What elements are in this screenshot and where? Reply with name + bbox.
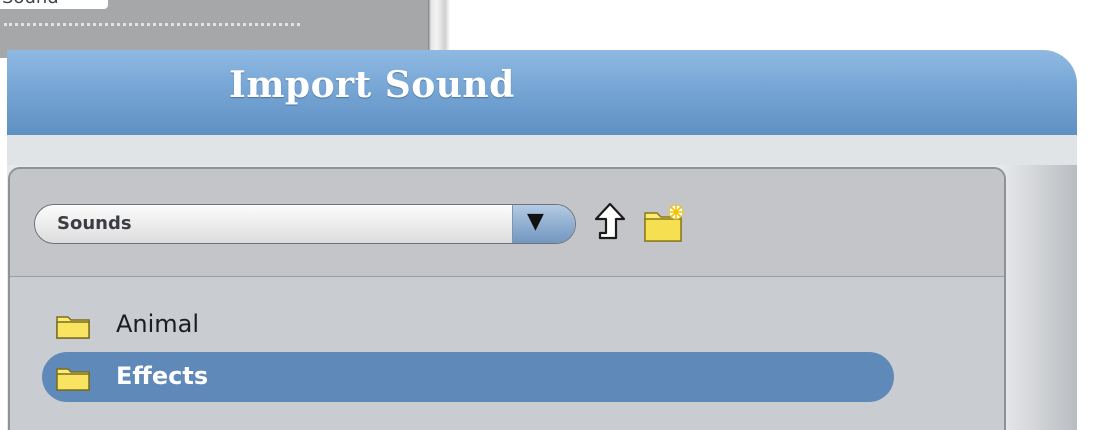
list-item-effects[interactable]: Effects [42, 352, 894, 402]
location-dropdown-value: Sounds [57, 213, 132, 234]
background-tab-label: Sound [2, 0, 59, 8]
file-browser-toolbar: Sounds ▼ [10, 169, 1004, 277]
dialog-title-bar[interactable]: Import Sound [7, 50, 1077, 135]
new-folder-icon[interactable] [643, 203, 685, 243]
folder-icon [56, 368, 90, 391]
up-folder-icon[interactable] [594, 202, 626, 242]
list-item-label: Effects [116, 362, 209, 390]
file-browser-panel: Sounds ▼ Animal Effects [8, 167, 1006, 430]
list-item-label: Animal [116, 310, 200, 338]
folder-icon [56, 316, 90, 339]
dialog-header-strip [7, 135, 1077, 165]
import-sound-dialog: Import Sound Sounds ▼ Animal Effects [7, 50, 1077, 430]
list-item-animal[interactable]: Animal [42, 300, 894, 350]
location-dropdown[interactable]: Sounds ▼ [34, 204, 576, 244]
dropdown-arrow-button[interactable]: ▼ [512, 205, 575, 243]
triangle-down-icon: ▼ [527, 209, 544, 234]
background-dotted-separator [4, 23, 300, 26]
dialog-title: Import Sound [229, 64, 515, 106]
background-tab[interactable]: Sound [0, 0, 108, 9]
